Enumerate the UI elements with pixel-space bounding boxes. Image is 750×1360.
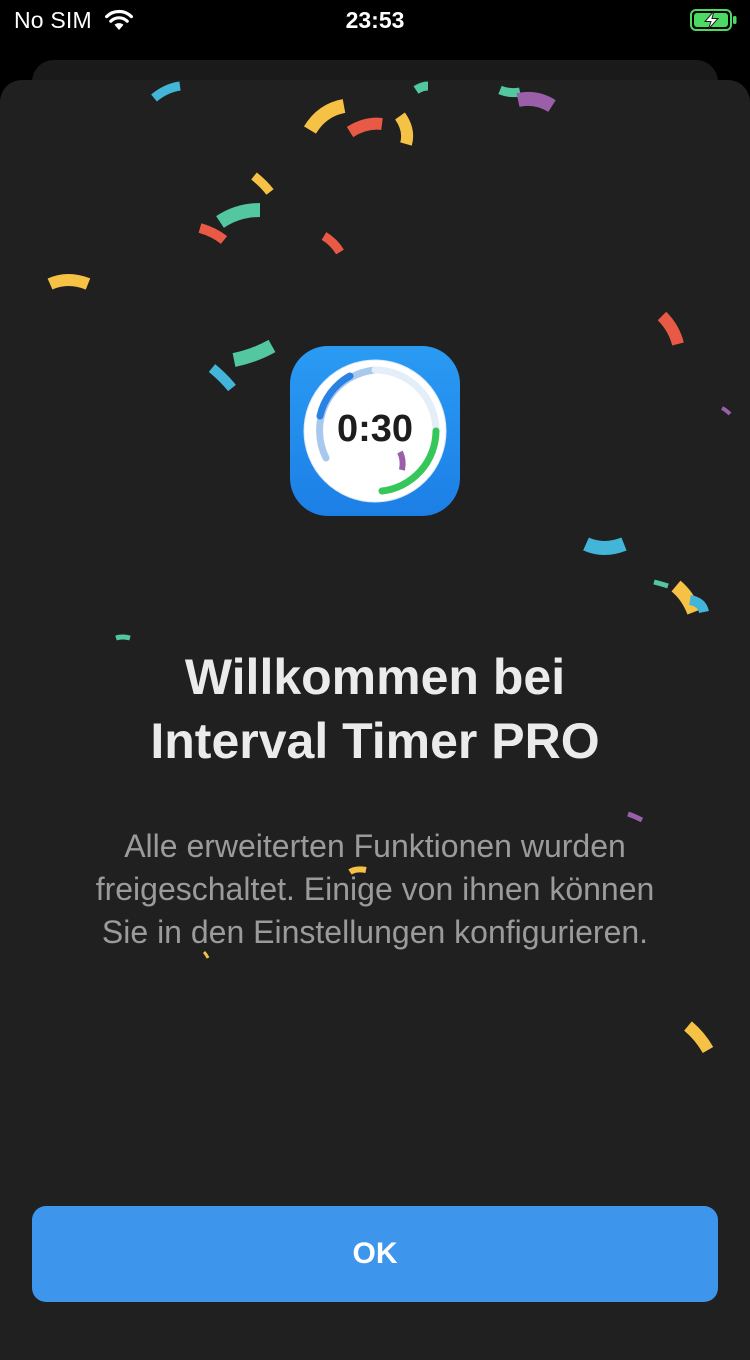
welcome-message-line: Sie in den Einstellungen konfigurieren. — [101, 914, 649, 950]
welcome-message-line: Alle erweiterten Funktionen wurden — [124, 828, 626, 864]
welcome-title-line: Willkommen bei — [184, 649, 566, 705]
battery-charging-icon — [690, 9, 737, 31]
welcome-message-line: freigeschaltet. Einige von ihnen können — [95, 871, 655, 907]
welcome-title: Willkommen bei Interval Timer PRO — [40, 645, 710, 773]
welcome-message: Alle erweiterten Funktionen wurden freig… — [40, 825, 710, 954]
timer-text: 0:30 — [336, 408, 414, 450]
interval-timer-app-icon: 0:30 — [290, 346, 460, 516]
welcome-sheet: 0:30 Willkommen bei Interval Timer PRO A… — [0, 80, 750, 1360]
status-bar: No SIM 23:53 — [0, 0, 750, 42]
status-time: 23:53 — [345, 7, 405, 33]
welcome-title-line: Interval Timer PRO — [150, 713, 600, 769]
ok-button[interactable]: OK — [32, 1206, 718, 1302]
